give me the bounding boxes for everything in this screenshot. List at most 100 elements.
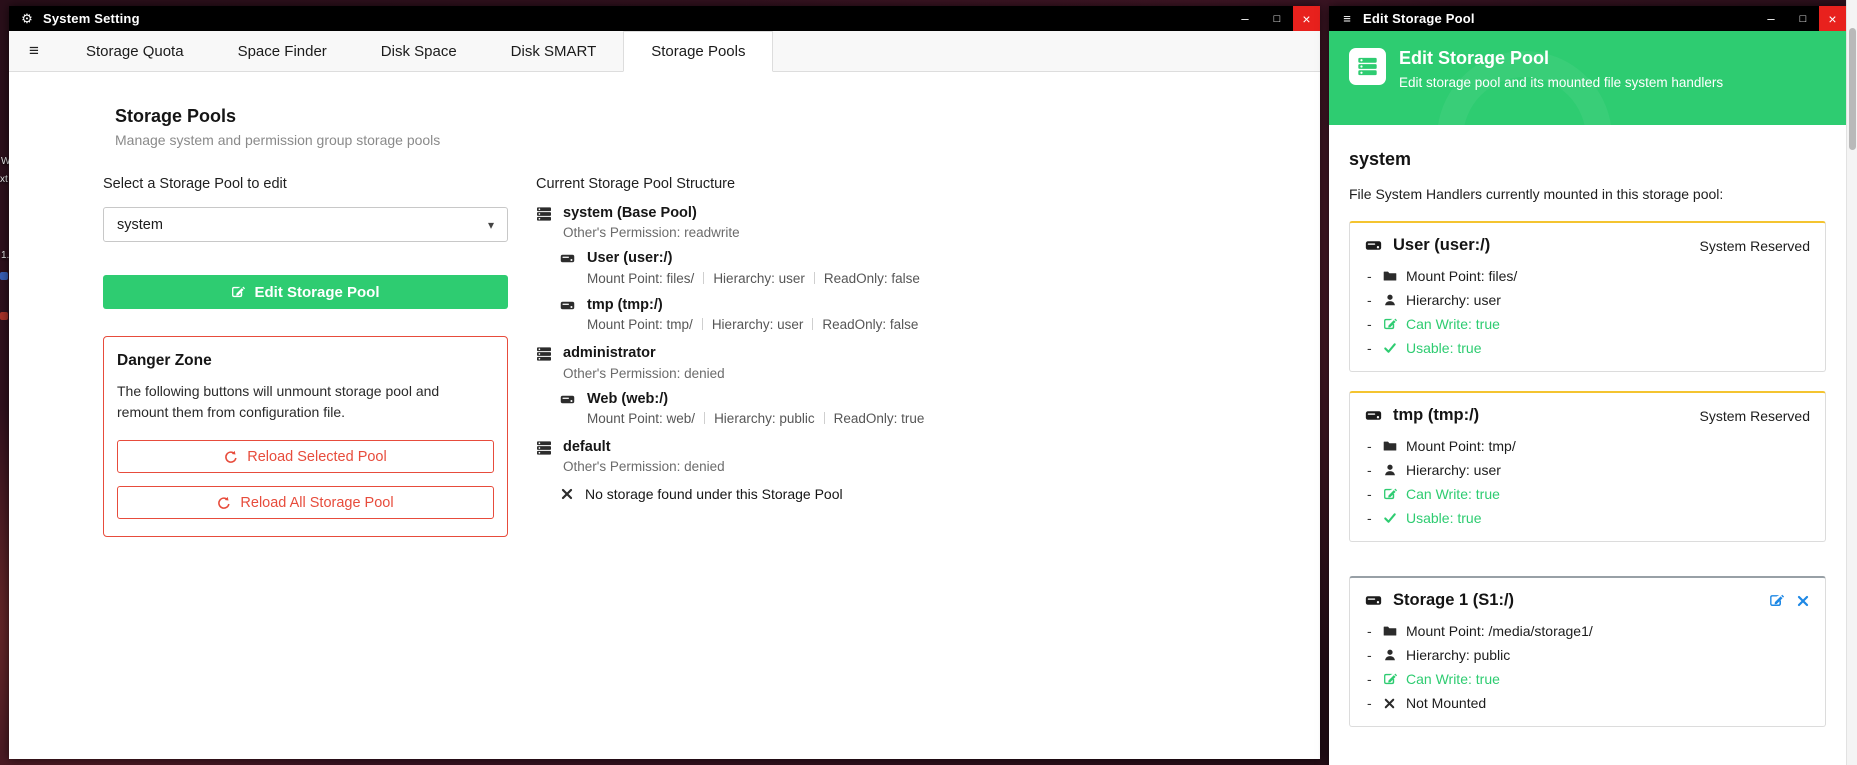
desktop-icon-fragment [0,312,8,320]
pool-permission: Other's Permission: readwrite [563,225,740,240]
maximize-button[interactable]: □ [1261,6,1293,31]
storage-mount: Mount Point: web/ [587,411,695,426]
hdd-icon [1365,407,1383,424]
scrollbar-track[interactable] [1846,0,1857,765]
hamburger-icon: ≡ [29,41,39,61]
reload-all-label: Reload All Storage Pool [240,495,393,511]
row-text: Can Write: true [1406,316,1500,332]
page-title: Storage Pools [115,106,1290,127]
row-text: Hierarchy: user [1406,462,1501,478]
row-text: Usable: true [1406,510,1481,526]
refresh-icon [217,496,231,510]
pool-structure-panel: Current Storage Pool Structure system (B… [536,176,1290,537]
close-button[interactable]: × [1819,6,1846,31]
banner-subtitle: Edit storage pool and its mounted file s… [1399,75,1723,90]
storage-name: tmp (tmp:/) [587,297,918,314]
edit-icon [1383,317,1406,331]
handler-name: User (user:/) [1393,236,1490,255]
storage-readonly: ReadOnly: false [822,317,918,332]
server-icon [536,205,553,240]
tab-label: Storage Quota [86,43,184,60]
maximize-icon: □ [1274,13,1281,25]
edit-storage-pool-label: Edit Storage Pool [254,284,379,301]
close-icon: × [1302,11,1310,27]
row-text: Usable: true [1406,340,1481,356]
edit-storage-pool-button[interactable]: Edit Storage Pool [103,275,508,309]
pool-name: administrator [563,345,725,362]
edit-storage-pool-window: ≡ Edit Storage Pool – □ × Edit Storage P… [1329,6,1846,765]
server-icon [536,439,553,474]
storage-name: User (user:/) [587,250,920,267]
divider [824,412,825,424]
edit-icon [231,285,245,299]
reload-selected-pool-button[interactable]: Reload Selected Pool [117,440,494,473]
storage-mount: Mount Point: tmp/ [587,317,693,332]
system-setting-window: ⚙ System Setting – □ × ≡ Storage Quota S… [9,6,1320,759]
handler-card-storage1: Storage 1 (S1:/) Mount Point: /media/sto… [1349,576,1826,727]
row-text: Hierarchy: user [1406,292,1501,308]
check-icon [1383,341,1406,355]
handler-row-hierarchy: Hierarchy: public [1365,647,1810,663]
desktop-icon-fragment [0,272,8,280]
tab-label: Storage Pools [651,43,745,60]
hamburger-icon: ≡ [1339,11,1355,26]
person-icon [1383,463,1406,477]
maximize-icon: □ [1800,13,1807,25]
tab-storage-pools[interactable]: Storage Pools [623,31,773,72]
row-text: Not Mounted [1406,695,1486,711]
pool-item-system: system (Base Pool) Other's Permission: r… [536,205,1290,332]
close-button[interactable]: × [1293,6,1320,31]
divider [703,272,704,284]
storage-hierarchy: Hierarchy: public [714,411,815,426]
gear-icon: ⚙ [19,11,35,27]
reload-all-pool-button[interactable]: Reload All Storage Pool [117,486,494,519]
tab-storage-quota[interactable]: Storage Quota [59,31,211,71]
storage-readonly: ReadOnly: false [824,271,920,286]
maximize-button[interactable]: □ [1787,6,1819,31]
edit-window-titlebar[interactable]: ≡ Edit Storage Pool – □ × [1329,6,1846,31]
tab-disk-smart[interactable]: Disk SMART [484,31,624,71]
refresh-icon [224,450,238,464]
structure-label: Current Storage Pool Structure [536,176,1290,192]
menu-button[interactable]: ≡ [9,31,59,71]
hdd-icon [1365,237,1383,254]
edit-icon [1383,672,1406,686]
minimize-icon: – [1241,11,1248,26]
handler-row-can-write: Can Write: true [1365,316,1810,332]
storage-detail: Mount Point: tmp/Hierarchy: user ReadOnly… [587,317,918,332]
row-text: Can Write: true [1406,671,1500,687]
pool-item-administrator: administrator Other's Permission: denied… [536,345,1290,426]
tab-label: Disk SMART [511,43,597,60]
handler-row-mount: Mount Point: tmp/ [1365,438,1810,454]
remove-handler-button[interactable] [1796,594,1810,608]
tab-disk-space[interactable]: Disk Space [354,31,484,71]
storage-item-user: User (user:/) Mount Point: files/Hierarc… [560,250,1290,285]
folder-icon [1383,624,1406,638]
minimize-button[interactable]: – [1755,6,1787,31]
tab-space-finder[interactable]: Space Finder [211,31,354,71]
divider [702,318,703,330]
pool-permission: Other's Permission: denied [563,459,725,474]
storage-detail: Mount Point: files/Hierarchy: userReadOn… [587,271,920,286]
minimize-button[interactable]: – [1229,6,1261,31]
empty-pool-text: No storage found under this Storage Pool [585,486,843,502]
row-text: Mount Point: /media/storage1/ [1406,623,1593,639]
hdd-icon [560,250,577,285]
handler-name: Storage 1 (S1:/) [1393,591,1514,610]
pool-name: default [563,439,725,456]
storage-pools-page: Storage Pools Manage system and permissi… [9,72,1320,759]
divider [812,318,813,330]
row-text: Hierarchy: public [1406,647,1510,663]
server-icon [1349,48,1386,85]
edit-pool-banner: Edit Storage Pool Edit storage pool and … [1329,31,1846,125]
handler-row-mount: Mount Point: /media/storage1/ [1365,623,1810,639]
storage-hierarchy: Hierarchy: user [712,317,804,332]
storage-name: Web (web:/) [587,391,924,408]
system-window-titlebar[interactable]: ⚙ System Setting – □ × [9,6,1320,31]
pool-select[interactable]: system ▾ [103,207,508,242]
scrollbar-thumb[interactable] [1849,28,1856,150]
edit-window-title: Edit Storage Pool [1363,11,1475,26]
divider [814,272,815,284]
hdd-icon [1365,592,1383,609]
edit-handler-button[interactable] [1769,593,1784,608]
